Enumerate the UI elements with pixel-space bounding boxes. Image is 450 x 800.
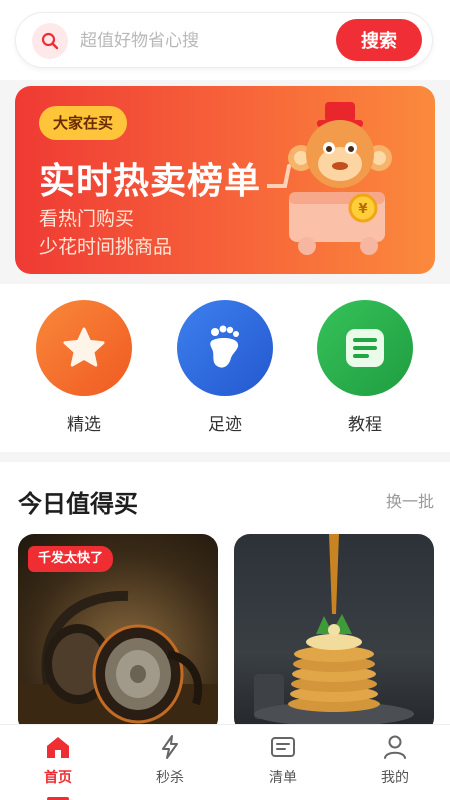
product-card-pancakes[interactable]: [234, 534, 434, 734]
banner-tag: 大家在买: [39, 106, 128, 140]
search-icon: [32, 23, 68, 59]
tab-home[interactable]: 首页: [18, 733, 98, 787]
star-icon: [36, 300, 132, 396]
today-picks-section: 今日值得买 换一批 千发太快了: [0, 462, 450, 734]
header: 搜索: [0, 0, 450, 80]
coin-symbol: ¥: [358, 202, 367, 217]
category-footprints[interactable]: 足迹: [175, 300, 275, 435]
tab-label: 秒杀: [156, 770, 184, 786]
product-card-headphones[interactable]: 千发太快了: [18, 534, 218, 734]
home-icon: [47, 737, 69, 758]
category-row: 精选 足迹 教程: [0, 284, 450, 452]
tab-profile[interactable]: 我的: [355, 733, 435, 787]
tab-flash-sale[interactable]: 秒杀: [130, 733, 210, 787]
list-icon: [271, 737, 295, 757]
search-box[interactable]: 搜索: [15, 12, 433, 68]
refresh-button[interactable]: 换一批: [386, 488, 434, 512]
category-label: 足迹: [208, 415, 242, 435]
search-button[interactable]: 搜索: [336, 19, 422, 61]
tab-label: 首页: [44, 770, 72, 786]
section-title: 今日值得买: [18, 490, 138, 518]
banner-title: 实时热卖榜单: [39, 161, 262, 202]
monkey-mascot-illustration: ¥: [267, 102, 392, 255]
category-tutorial[interactable]: 教程: [315, 300, 415, 435]
bottom-tab-bar: 首页 秒杀 清单 我的: [0, 724, 450, 800]
category-featured[interactable]: 精选: [34, 300, 134, 435]
document-icon: [317, 300, 413, 396]
banner-subtitle-line2: 少花时间挑商品: [39, 236, 173, 258]
banner-subtitle-line1: 看热门购买: [39, 208, 135, 230]
category-label: 教程: [348, 415, 382, 435]
tab-list[interactable]: 清单: [243, 733, 323, 787]
tab-label: 我的: [381, 770, 409, 786]
hot-sale-banner[interactable]: 大家在买 实时热卖榜单 看热门购买 少花时间挑商品 ¥: [15, 86, 435, 274]
footprint-icon: [177, 300, 273, 396]
user-icon: [384, 735, 406, 759]
search-input[interactable]: [80, 27, 330, 55]
tab-label: 清单: [269, 770, 297, 786]
pancakes-photo: [254, 534, 414, 726]
category-label: 精选: [67, 415, 101, 435]
lightning-icon: [162, 735, 178, 759]
card-badge: 千发太快了: [28, 546, 114, 572]
